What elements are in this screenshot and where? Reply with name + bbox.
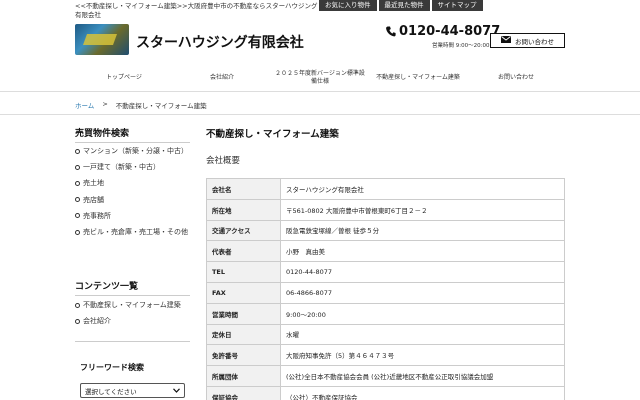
site-description: <<不動産探し・マイフォーム建築>>大阪府豊中市の不動産ならスターハウジング有限… bbox=[75, 2, 318, 19]
mail-icon bbox=[501, 36, 511, 45]
table-row: FAX 06-4866-8077 bbox=[206, 281, 565, 304]
sidebar-divider bbox=[75, 341, 190, 342]
sidebar-divider bbox=[75, 295, 190, 296]
row-value: （公社）不動産保証協会 bbox=[280, 385, 565, 400]
nav-divider bbox=[0, 91, 640, 92]
sidebar-item-house[interactable]: 一戸建て（新築・中古） bbox=[75, 159, 190, 175]
select-value: 選択してください bbox=[85, 387, 137, 396]
table-row: 所在地 〒561-0802 大阪府豊中市曽根東町6丁目２－２ bbox=[206, 198, 565, 221]
contents-title: コンテンツ一覧 bbox=[75, 282, 139, 292]
row-key: 免許番号 bbox=[206, 344, 281, 367]
row-key: 定休日 bbox=[206, 323, 281, 346]
nav-item-company[interactable]: 会社紹介 bbox=[173, 64, 271, 91]
row-value: 9:00〜20:00 bbox=[280, 302, 565, 325]
table-row: 営業時間 9:00〜20:00 bbox=[206, 302, 565, 325]
property-search-list: マンション（新築・分譲・中古） 一戸建て（新築・中古） 売土地 売店舗 売事務所… bbox=[75, 143, 190, 240]
main-nav: トップページ 会社紹介 ２０２５年度新バージョン標準設備仕様 不動産探し・マイフ… bbox=[75, 64, 565, 91]
table-row: 所属団体 (公社)全日本不動産協会会員 (公社)近畿地区不動産公正取引協議会加盟 bbox=[206, 365, 565, 387]
table-row: 代表者 小野 真由美 bbox=[206, 240, 565, 263]
row-value: 水曜 bbox=[280, 323, 565, 346]
table-row: 会社名 スターハウジング有限会社 bbox=[206, 178, 565, 200]
company-info-table: 会社名 スターハウジング有限会社 所在地 〒561-0802 大阪府豊中市曽根東町6… bbox=[206, 178, 565, 400]
sidebar-item-land[interactable]: 売土地 bbox=[75, 175, 190, 191]
sidebar-item-label: 一戸建て（新築・中古） bbox=[83, 163, 160, 172]
contents-list: 不動産探し・マイフォーム建築 会社紹介 bbox=[75, 297, 190, 329]
nav-item-contact[interactable]: お問い合わせ bbox=[467, 64, 565, 91]
table-row: 交通アクセス 阪急電鉄宝塚線／曽根 徒歩５分 bbox=[206, 219, 565, 242]
row-value: 大阪府知事免許（5）第４６４７３号 bbox=[280, 344, 565, 367]
sidebar-item-label: 会社紹介 bbox=[83, 317, 111, 326]
row-value: 小野 真由美 bbox=[280, 240, 565, 263]
table-row: 免許番号 大阪府知事免許（5）第４６４７３号 bbox=[206, 344, 565, 367]
row-key: TEL bbox=[206, 261, 281, 283]
sidebar-item-mansion[interactable]: マンション（新築・分譲・中古） bbox=[75, 143, 190, 159]
recently-viewed-link[interactable]: 最近見た物件 bbox=[378, 0, 430, 11]
breadcrumb: ホーム > 不動産探し・マイフォーム建築 bbox=[75, 100, 207, 110]
page-title: 不動産探し・マイフォーム建築 bbox=[206, 129, 339, 140]
table-row: 保証協会 （公社）不動産保証協会 bbox=[206, 385, 565, 400]
section-title: 会社概要 bbox=[206, 156, 241, 166]
row-value: 〒561-0802 大阪府豊中市曽根東町6丁目２－２ bbox=[280, 198, 565, 221]
chevron-down-icon bbox=[173, 387, 180, 395]
row-key: 会社名 bbox=[206, 178, 281, 200]
row-key: 所在地 bbox=[206, 198, 281, 221]
table-row: 定休日 水曜 bbox=[206, 323, 565, 346]
sidebar-item-real-estate[interactable]: 不動産探し・マイフォーム建築 bbox=[75, 297, 190, 313]
favorites-link[interactable]: お気に入り物件 bbox=[319, 0, 377, 11]
row-value: 0120-44-8077 bbox=[280, 261, 565, 283]
breadcrumb-home[interactable]: ホーム bbox=[75, 100, 94, 110]
sidebar-item-store[interactable]: 売店舗 bbox=[75, 192, 190, 208]
breadcrumb-separator: > bbox=[102, 100, 108, 108]
freeword-search-title: フリーワード検索 bbox=[80, 363, 144, 372]
nav-item-real-estate[interactable]: 不動産探し・マイフォーム建築 bbox=[369, 64, 467, 91]
row-value: 阪急電鉄宝塚線／曽根 徒歩５分 bbox=[280, 219, 565, 242]
sidebar-item-label: 不動産探し・マイフォーム建築 bbox=[83, 301, 181, 310]
bullet-icon bbox=[75, 180, 80, 186]
sidebar-item-label: 売土地 bbox=[83, 179, 104, 188]
table-row: TEL 0120-44-8077 bbox=[206, 261, 565, 283]
bullet-icon bbox=[75, 229, 80, 235]
row-value: (公社)全日本不動産協会会員 (公社)近畿地区不動産公正取引協議会加盟 bbox=[280, 365, 565, 387]
utility-links: お気に入り物件 最近見た物件 サイトマップ bbox=[319, 0, 483, 11]
contact-button[interactable]: お問い合わせ bbox=[490, 33, 565, 48]
row-key: 所属団体 bbox=[206, 365, 281, 387]
row-key: 代表者 bbox=[206, 240, 281, 263]
bullet-icon bbox=[75, 148, 80, 154]
breadcrumb-divider bbox=[0, 114, 640, 115]
keyword-select[interactable]: 選択してください bbox=[80, 383, 185, 398]
sidebar-item-label: 売店舗 bbox=[83, 195, 104, 204]
sidebar-item-building[interactable]: 売ビル・売倉庫・売工場・その他 bbox=[75, 224, 190, 240]
bullet-icon bbox=[75, 302, 80, 308]
property-search-title: 売買物件検索 bbox=[75, 129, 130, 139]
bullet-icon bbox=[75, 197, 80, 203]
sidebar-item-label: マンション（新築・分譲・中古） bbox=[83, 147, 188, 156]
phone-number-text: 0120-44-8077 bbox=[399, 24, 501, 39]
row-value: 06-4866-8077 bbox=[280, 281, 565, 304]
nav-item-top[interactable]: トップページ bbox=[75, 64, 173, 91]
row-key: FAX bbox=[206, 281, 281, 304]
nav-item-equipment[interactable]: ２０２５年度新バージョン標準設備仕様 bbox=[271, 64, 369, 91]
phone-icon bbox=[386, 26, 396, 37]
company-name[interactable]: スターハウジング有限会社 bbox=[136, 32, 304, 52]
sidebar-item-label: 売ビル・売倉庫・売工場・その他 bbox=[83, 228, 188, 237]
sidebar-item-label: 売事務所 bbox=[83, 211, 111, 220]
contact-button-label: お問い合わせ bbox=[515, 37, 554, 46]
row-value: スターハウジング有限会社 bbox=[280, 178, 565, 200]
bullet-icon bbox=[75, 213, 80, 219]
row-key: 交通アクセス bbox=[206, 219, 281, 242]
company-logo[interactable] bbox=[75, 24, 129, 55]
row-key: 営業時間 bbox=[206, 302, 281, 325]
sidebar-item-office[interactable]: 売事務所 bbox=[75, 208, 190, 224]
bullet-icon bbox=[75, 164, 80, 170]
sitemap-link[interactable]: サイトマップ bbox=[431, 0, 483, 11]
breadcrumb-current: 不動産探し・マイフォーム建築 bbox=[115, 102, 207, 110]
row-key: 保証協会 bbox=[206, 385, 281, 400]
bullet-icon bbox=[75, 318, 80, 324]
sidebar-item-company[interactable]: 会社紹介 bbox=[75, 313, 190, 329]
phone-number[interactable]: 0120-44-8077 bbox=[386, 24, 500, 39]
business-hours: 営業時間 9:00〜20:00 bbox=[432, 43, 490, 49]
